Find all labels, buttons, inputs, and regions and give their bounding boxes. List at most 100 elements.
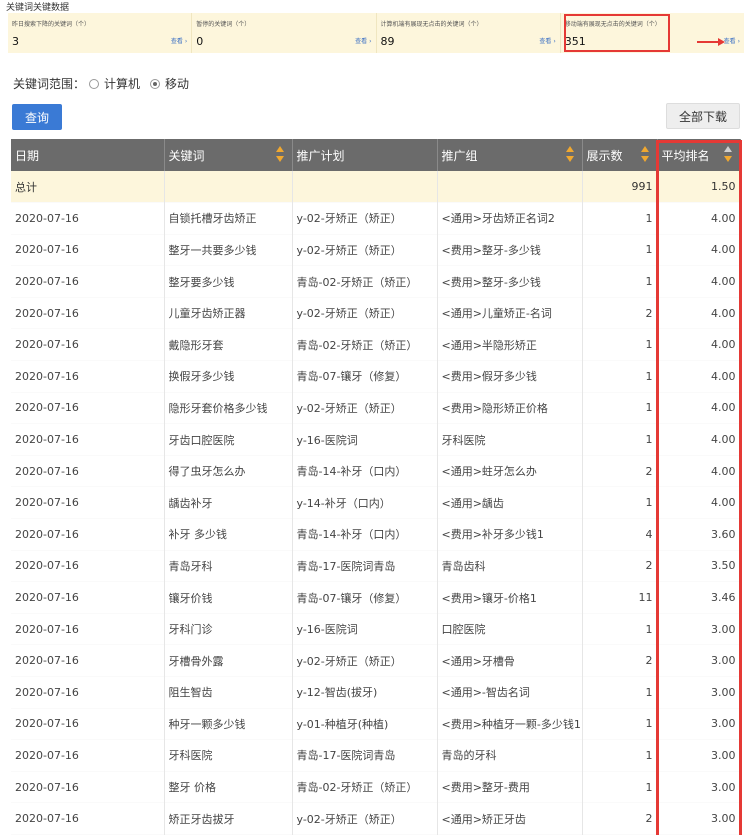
cell-plan: 青岛-14-补牙（口内）: [292, 518, 438, 551]
cell-date: 2020-07-16: [11, 613, 165, 645]
cell-group: <费用>整牙-多少钱: [437, 265, 583, 298]
cell-keyword: 阻生智齿: [164, 676, 293, 709]
cell-date: 2020-07-16: [11, 739, 165, 772]
table-row: 2020-07-16 牙科医院 青岛-17-医院词青岛 青岛的牙科 1 3.00: [11, 739, 741, 772]
cell-group: <费用>整牙-多少钱: [437, 234, 583, 266]
cell-keyword: 龋齿补牙: [164, 486, 293, 519]
stat-label: 昨日搜索下降的关键词（个）: [12, 21, 91, 28]
cell-plan: 青岛-17-医院词青岛: [292, 739, 438, 772]
cell-group: <通用>牙槽骨: [437, 644, 583, 677]
cell-group: 青岛齿科: [437, 550, 583, 582]
cell-date: 2020-07-16: [11, 455, 165, 487]
cell-avg-rank: 3.00: [657, 644, 741, 677]
cell-date: 2020-07-16: [11, 708, 165, 740]
sort-icon[interactable]: [565, 146, 574, 164]
keyword-table: 日期 关键词 推广计划 推广组 展示数 平均排名 总计 991 1.50 202…: [11, 139, 741, 835]
download-all-button[interactable]: 全部下载: [666, 103, 740, 129]
cell-avg-rank: 3.00: [657, 613, 741, 645]
table-row: 2020-07-16 牙齿口腔医院 y-16-医院词 牙科医院 1 4.00: [11, 423, 741, 456]
cell-impressions: 2: [582, 644, 658, 677]
cell-avg-rank: 3.50: [657, 550, 741, 582]
cell-group: <通用>儿童矫正-名词: [437, 297, 583, 329]
radio-mobile[interactable]: [150, 78, 161, 89]
cell-avg-rank: 4.00: [657, 392, 741, 424]
stat-card-pc-no-click: 计算机端有展现无点击的关键词（个） 89 查看 ›: [377, 13, 561, 53]
view-link[interactable]: 查看 ›: [355, 36, 371, 45]
cell-avg-rank: 4.00: [657, 455, 741, 487]
cell-keyword: 牙科医院: [164, 739, 293, 772]
total-avg-rank: 1.50: [657, 171, 741, 203]
sort-icon[interactable]: [640, 146, 649, 164]
cell-date: 2020-07-16: [11, 202, 165, 235]
cell-date: 2020-07-16: [11, 297, 165, 329]
cell-impressions: 1: [582, 328, 658, 361]
cell-keyword: 儿童牙齿矫正器: [164, 297, 293, 329]
cell-plan: 青岛-02-牙矫正（矫正）: [292, 265, 438, 298]
cell-plan: y-02-牙矫正（矫正）: [292, 392, 438, 424]
cell-date: 2020-07-16: [11, 360, 165, 393]
cell-plan: y-02-牙矫正（矫正）: [292, 644, 438, 677]
cell-impressions: 4: [582, 518, 658, 551]
table-row: 2020-07-16 得了虫牙怎么办 青岛-14-补牙（口内） <通用>蛀牙怎么办 2 4…: [11, 455, 741, 487]
total-impressions: 991: [582, 171, 658, 203]
cell-plan: 青岛-02-牙矫正（矫正）: [292, 771, 438, 803]
radio-pc[interactable]: [89, 78, 100, 89]
total-row: 总计 991 1.50: [11, 171, 741, 203]
stat-value: 3: [12, 35, 19, 48]
cell-plan: 青岛-07-镶牙（修复）: [292, 581, 438, 614]
cell-keyword: 补牙 多少钱: [164, 518, 293, 551]
cell-plan: y-02-牙矫正（矫正）: [292, 297, 438, 329]
radio-mobile-label[interactable]: 移动: [165, 75, 189, 92]
cell-keyword: 牙科门诊: [164, 613, 293, 645]
cell-date: 2020-07-16: [11, 676, 165, 709]
cell-date: 2020-07-16: [11, 392, 165, 424]
column-header-avg-rank[interactable]: 平均排名: [657, 139, 741, 171]
table-row: 2020-07-16 牙科门诊 y-16-医院词 口腔医院 1 3.00: [11, 613, 741, 645]
scope-label: 关键词范围：: [13, 77, 86, 91]
cell-keyword: 种牙一颗多少钱: [164, 708, 293, 740]
cell-group: 青岛的牙科: [437, 739, 583, 772]
cell-keyword: 青岛牙科: [164, 550, 293, 582]
cell-keyword: 戴隐形牙套: [164, 328, 293, 361]
stat-value: 0: [196, 35, 204, 48]
cell-avg-rank: 4.00: [657, 486, 741, 519]
cell-impressions: 1: [582, 360, 658, 393]
cell-avg-rank: 3.00: [657, 676, 741, 709]
view-link[interactable]: 查看 ›: [539, 36, 555, 45]
column-header-plan[interactable]: 推广计划: [292, 139, 438, 171]
cell-plan: y-02-牙矫正（矫正）: [292, 802, 438, 835]
cell-date: 2020-07-16: [11, 550, 165, 582]
cell-date: 2020-07-16: [11, 581, 165, 614]
cell-avg-rank: 3.60: [657, 518, 741, 551]
cell-impressions: 11: [582, 581, 658, 614]
cell-impressions: 2: [582, 297, 658, 329]
table-row: 2020-07-16 自锁托槽牙齿矫正 y-02-牙矫正（矫正） <通用>牙齿矫正名词…: [11, 202, 741, 235]
column-header-impressions[interactable]: 展示数: [582, 139, 658, 171]
column-header-group[interactable]: 推广组: [437, 139, 583, 171]
column-header-date[interactable]: 日期: [11, 139, 165, 171]
radio-pc-label[interactable]: 计算机: [104, 75, 140, 92]
cell-plan: y-12-智齿(拔牙): [292, 676, 438, 709]
cell-impressions: 1: [582, 739, 658, 772]
cell-group: <费用>种植牙一颗-多少钱1: [437, 708, 583, 740]
cell-group: <费用>补牙多少钱1: [437, 518, 583, 551]
cell-impressions: 1: [582, 486, 658, 519]
cell-group: <费用>隐形矫正价格: [437, 392, 583, 424]
cell-date: 2020-07-16: [11, 486, 165, 519]
query-button[interactable]: 查询: [12, 104, 62, 130]
cell-date: 2020-07-16: [11, 802, 165, 835]
arrow-head-icon: [718, 38, 725, 46]
cell-group: <通用>蛀牙怎么办: [437, 455, 583, 487]
view-link[interactable]: 查看 ›: [171, 36, 187, 45]
sort-icon[interactable]: [275, 146, 284, 164]
cell-group: 牙科医院: [437, 423, 583, 456]
view-link[interactable]: 查看 ›: [724, 36, 740, 45]
column-header-keyword[interactable]: 关键词: [164, 139, 293, 171]
cell-keyword: 牙齿口腔医院: [164, 423, 293, 456]
sort-desc-icon[interactable]: [723, 146, 732, 164]
cell-impressions: 1: [582, 613, 658, 645]
table-row: 2020-07-16 换假牙多少钱 青岛-07-镶牙（修复） <费用>假牙多少钱 1 4.…: [11, 360, 741, 393]
cell-impressions: 2: [582, 550, 658, 582]
total-label: 总计: [11, 171, 165, 203]
cell-date: 2020-07-16: [11, 771, 165, 803]
